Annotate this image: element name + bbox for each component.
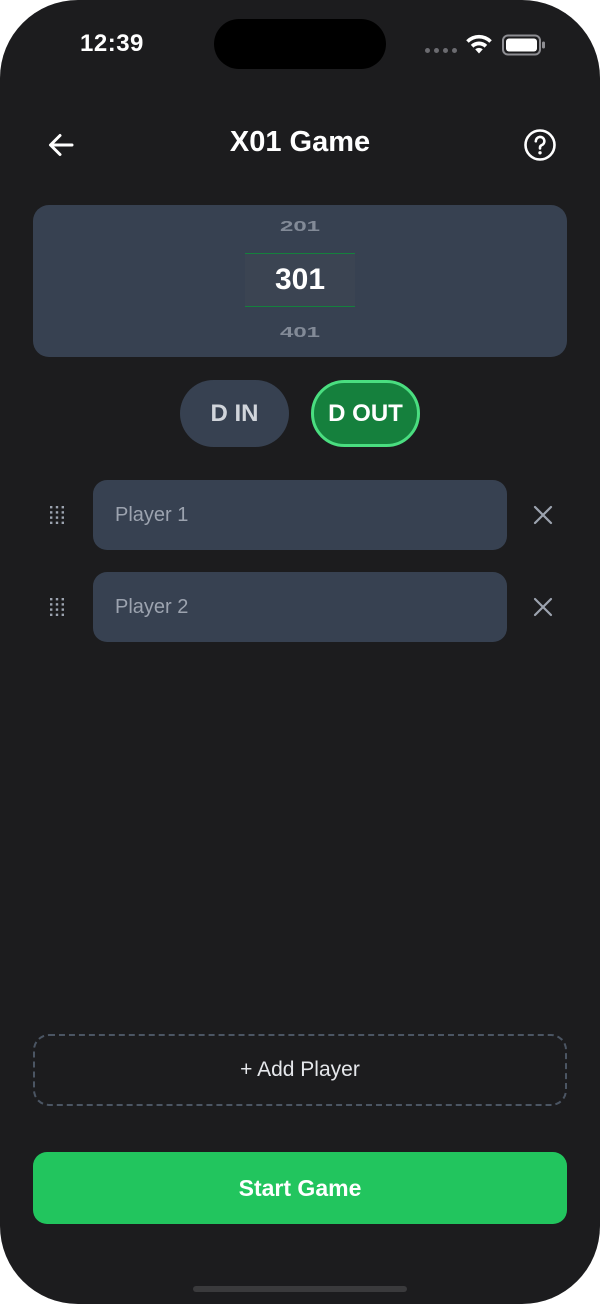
close-icon (533, 505, 553, 525)
status-time: 12:39 (80, 30, 144, 57)
close-icon (533, 597, 553, 617)
player-name-input[interactable] (93, 480, 507, 550)
remove-player-button[interactable] (529, 593, 557, 621)
drag-handle-icon[interactable] (49, 505, 65, 525)
player-name-input[interactable] (93, 572, 507, 642)
question-circle-icon (524, 129, 556, 161)
double-out-toggle[interactable]: D OUT (311, 380, 420, 447)
wifi-icon (466, 34, 492, 54)
picker-option-selected[interactable]: 301 (245, 253, 355, 307)
help-button[interactable] (519, 124, 561, 166)
home-indicator (193, 1286, 407, 1292)
player-row (0, 480, 600, 550)
add-player-button[interactable]: + Add Player (33, 1034, 567, 1106)
start-game-button[interactable]: Start Game (33, 1152, 567, 1224)
picker-option-previous[interactable]: 201 (33, 219, 567, 236)
drag-handle-icon[interactable] (49, 597, 65, 617)
remove-player-button[interactable] (529, 501, 557, 529)
player-row (0, 572, 600, 642)
battery-icon (502, 34, 545, 56)
dynamic-island (214, 19, 386, 69)
page-title: X01 Game (229, 126, 371, 158)
score-picker[interactable]: 201 301 401 (33, 205, 567, 357)
signal-dots-icon (425, 48, 457, 53)
app-screen: 12:39 X01 Game 201 301 401 D IN D OUT Pl… (0, 0, 600, 1304)
double-in-toggle[interactable]: D IN (180, 380, 289, 447)
picker-option-next[interactable]: 401 (33, 325, 567, 342)
